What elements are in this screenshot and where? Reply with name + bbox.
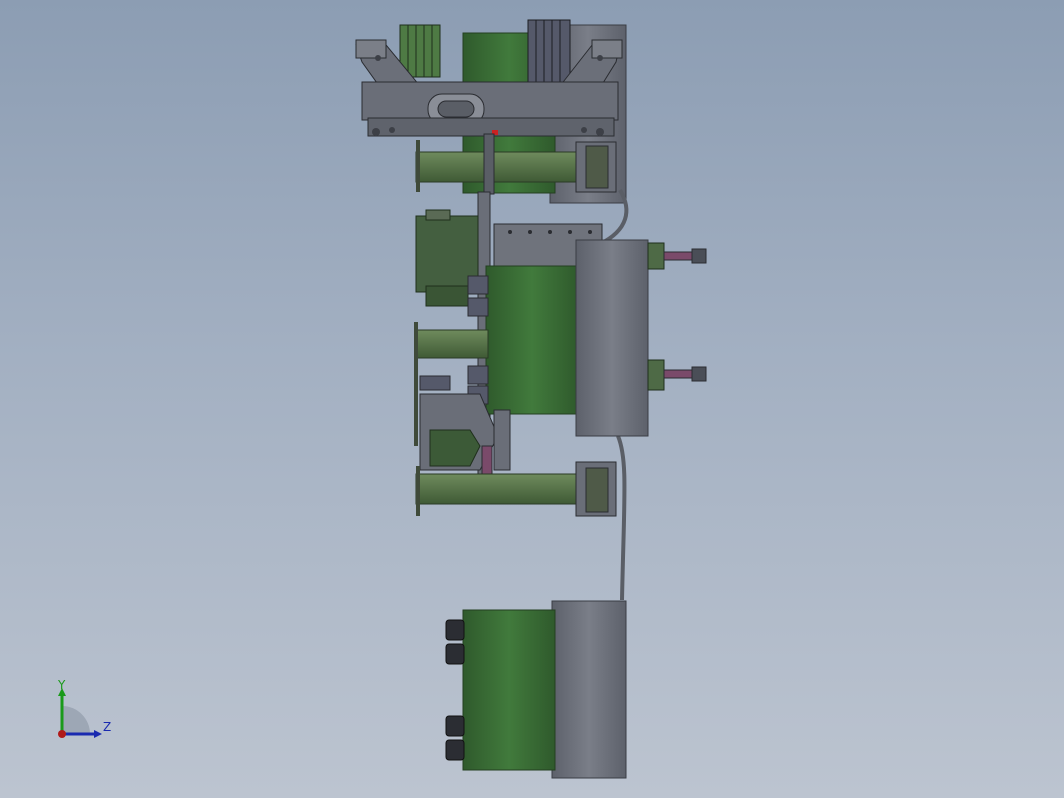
middle-green-drum [485,265,579,415]
cad-viewport[interactable]: Y Z [0,0,1064,798]
view-orientation-triad: Y Z [48,676,128,746]
x-axis-dot [58,730,66,738]
z-axis-label: Z [103,720,112,734]
top-cross-beam [361,81,619,121]
cable-lower [616,435,627,601]
y-axis-label: Y [58,678,66,692]
bottom-drive-module[interactable] [445,600,627,779]
bottom-gray-disc [551,600,627,779]
lower-connector [647,359,707,391]
top-gripper-module[interactable] [355,19,627,204]
middle-drive-module[interactable] [414,191,707,517]
bottom-port-4 [445,739,465,761]
lower-guide-rail [415,473,585,505]
upper-connector [647,242,707,270]
bottom-port-3 [445,715,465,737]
right-air-cylinder [527,19,571,85]
middle-gray-disc [575,239,649,437]
bottom-port-2 [445,643,465,665]
bottom-green-drum [462,609,556,771]
gripper-assembly-model[interactable] [0,0,1064,798]
bottom-port-1 [445,619,465,641]
middle-guide-rail [415,329,489,359]
top-guide-rail [415,151,585,183]
